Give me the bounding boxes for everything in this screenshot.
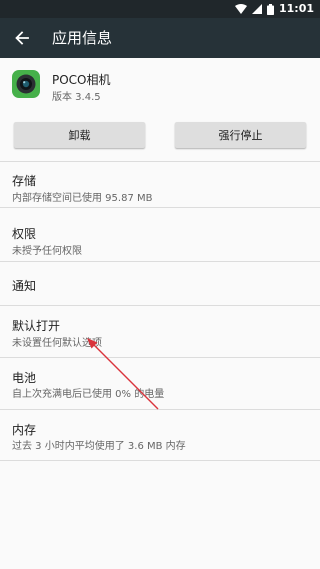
list-item-notifications[interactable]: 通知: [0, 261, 320, 306]
poco-camera-app-icon: [12, 70, 40, 98]
item-summary: 未授予任何权限: [12, 246, 82, 257]
status-icons: 11:01: [234, 2, 314, 16]
cellular-signal-icon: [251, 4, 262, 14]
item-summary: 自上次充满电后已使用 0% 的电量: [12, 389, 165, 400]
status-bar: 11:01: [0, 0, 320, 18]
item-title: 权限: [12, 227, 37, 241]
item-summary: 过去 3 小时内平均使用了 3.6 MB 内存: [12, 441, 186, 452]
battery-icon: [266, 3, 274, 15]
list-item-memory[interactable]: 内存 过去 3 小时内平均使用了 3.6 MB 内存: [0, 409, 320, 461]
status-time: 11:01: [278, 2, 314, 15]
app-version: 版本 3.4.5: [52, 92, 101, 103]
list-item-battery[interactable]: 电池 自上次充满电后已使用 0% 的电量: [0, 357, 320, 410]
list-item-open-by-default[interactable]: 默认打开 未设置任何默认选项: [0, 305, 320, 358]
back-button[interactable]: [8, 24, 36, 52]
wifi-icon: [234, 4, 247, 14]
list-item-storage[interactable]: 存储 内部存储空间已使用 95.87 MB: [0, 161, 320, 208]
back-arrow-icon: [15, 31, 29, 45]
app-name: POCO相机: [52, 73, 111, 87]
list-item-permissions[interactable]: 权限 未授予任何权限: [0, 207, 320, 262]
item-title: 存储: [12, 174, 37, 188]
item-summary: 内部存储空间已使用 95.87 MB: [12, 193, 153, 204]
item-title: 电池: [12, 371, 37, 385]
item-summary: 未设置任何默认选项: [12, 338, 102, 349]
uninstall-button[interactable]: 卸载: [14, 122, 145, 148]
app-bar: 应用信息: [0, 18, 320, 58]
item-title: 通知: [12, 279, 37, 293]
camera-lens-icon: [16, 74, 36, 94]
page-title: 应用信息: [52, 29, 113, 47]
item-title: 内存: [12, 423, 37, 437]
force-stop-button[interactable]: 强行停止: [175, 122, 306, 148]
item-title: 默认打开: [12, 319, 61, 333]
app-header: POCO相机 版本 3.4.5: [0, 58, 320, 118]
